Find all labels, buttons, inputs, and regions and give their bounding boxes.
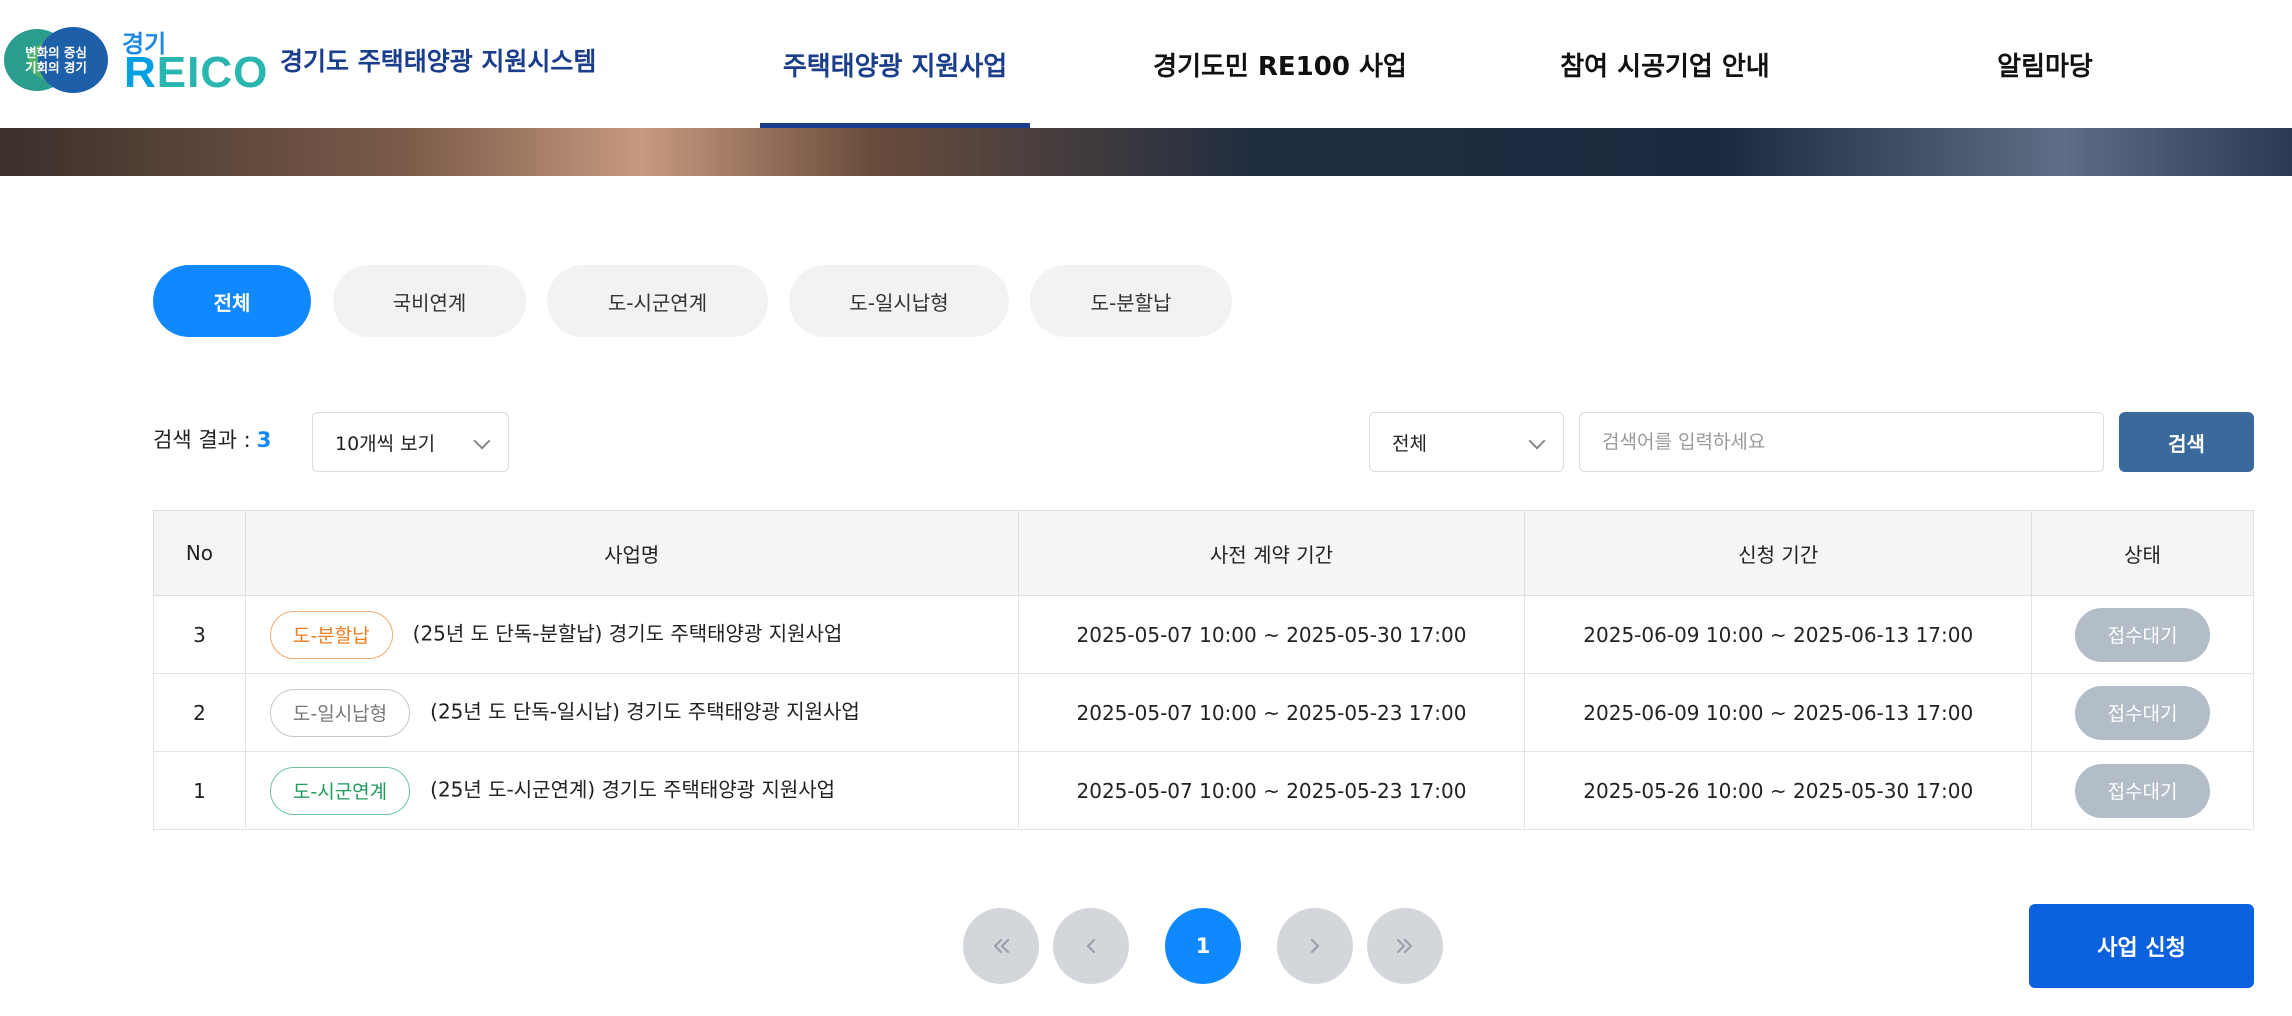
apply-business-button[interactable]: 사업 신청	[2029, 904, 2254, 988]
table-row[interactable]: 3 도-분할납 (25년 도 단독-분할납) 경기도 주택태양광 지원사업 202…	[153, 595, 2254, 674]
row-no: 1	[153, 751, 246, 830]
last-page-button[interactable]	[1367, 908, 1443, 984]
gyeonggi-slogan-logo: 변화의 중심 기회의 경기	[4, 27, 108, 93]
row-contract-period: 2025-05-07 10:00 ~ 2025-05-23 17:00	[1017, 751, 1526, 830]
double-chevron-right-icon	[1396, 938, 1413, 954]
row-status-cell: 접수대기	[2031, 595, 2254, 674]
search-input[interactable]	[1579, 412, 2104, 472]
filter-pill-province-city[interactable]: 도-시군연계	[547, 265, 768, 337]
row-status-cell: 접수대기	[2031, 751, 2254, 830]
category-tag: 도-일시납형	[269, 688, 411, 737]
table-row[interactable]: 2 도-일시납형 (25년 도 단독-일시납) 경기도 주택태양광 지원사업 20…	[153, 673, 2254, 752]
search-button[interactable]: 검색	[2119, 412, 2254, 472]
result-count-number: 3	[256, 428, 272, 452]
row-title[interactable]: 도-일시납형 (25년 도 단독-일시납) 경기도 주택태양광 지원사업	[244, 673, 1019, 752]
business-name[interactable]: (25년 도 단독-분할납) 경기도 주택태양광 지원사업	[413, 621, 843, 645]
result-count: 검색 결과 :3	[153, 424, 271, 454]
row-apply-period: 2025-06-09 10:00 ~ 2025-06-13 17:00	[1524, 595, 2033, 674]
category-tag: 도-시군연계	[269, 766, 411, 815]
row-contract-period: 2025-05-07 10:00 ~ 2025-05-30 17:00	[1017, 595, 1526, 674]
result-count-label: 검색 결과 :	[153, 428, 251, 452]
table-header-row: No 사업명 사전 계약 기간 신청 기간 상태	[153, 510, 2254, 596]
row-contract-period: 2025-05-07 10:00 ~ 2025-05-23 17:00	[1017, 673, 1526, 752]
brand-main: REICO	[124, 48, 269, 97]
nav-item-solar-support[interactable]: 주택태양광 지원사업	[760, 0, 1030, 128]
filter-pill-installment[interactable]: 도-분할납	[1030, 265, 1232, 337]
table-row[interactable]: 1 도-시군연계 (25년 도-시군연계) 경기도 주택태양광 지원사업 2025…	[153, 751, 2254, 830]
nav-item-contractors[interactable]: 참여 시공기업 안내	[1540, 0, 1790, 128]
status-badge: 접수대기	[2075, 685, 2211, 740]
site-title: 경기도 주택태양광 지원시스템	[280, 47, 597, 76]
filter-pill-national[interactable]: 국비연계	[333, 265, 526, 337]
hero-banner-image	[0, 128, 2292, 176]
filter-pill-lump-sum[interactable]: 도-일시납형	[789, 265, 1009, 337]
chevron-right-icon	[1310, 938, 1320, 954]
filter-pill-all[interactable]: 전체	[153, 265, 311, 337]
row-title[interactable]: 도-분할납 (25년 도 단독-분할납) 경기도 주택태양광 지원사업	[244, 595, 1019, 674]
double-chevron-left-icon	[993, 938, 1010, 954]
page-size-value: 10개씩 보기	[335, 432, 436, 455]
row-apply-period: 2025-06-09 10:00 ~ 2025-06-13 17:00	[1524, 673, 2033, 752]
chevron-left-icon	[1086, 938, 1096, 954]
row-status-cell: 접수대기	[2031, 673, 2254, 752]
category-tag: 도-분할납	[269, 610, 393, 659]
row-no: 2	[153, 673, 246, 752]
nav-item-notices[interactable]: 알림마당	[1940, 0, 2150, 128]
column-header-name: 사업명	[244, 510, 1019, 596]
column-header-contract-period: 사전 계약 기간	[1017, 510, 1526, 596]
business-name[interactable]: (25년 도-시군연계) 경기도 주택태양광 지원사업	[430, 777, 835, 801]
status-badge: 접수대기	[2075, 607, 2211, 662]
nav-item-re100[interactable]: 경기도민 RE100 사업	[1140, 0, 1420, 128]
column-header-no: No	[153, 510, 246, 596]
business-table: No 사업명 사전 계약 기간 신청 기간 상태 3 도-분할납 (25년 도 단…	[153, 510, 2254, 830]
page-number-button[interactable]: 1	[1165, 908, 1241, 984]
row-title[interactable]: 도-시군연계 (25년 도-시군연계) 경기도 주택태양광 지원사업	[244, 751, 1019, 830]
row-apply-period: 2025-05-26 10:00 ~ 2025-05-30 17:00	[1524, 751, 2033, 830]
page-size-select[interactable]: 10개씩 보기	[312, 412, 509, 472]
reico-logo: 경기 REICO	[122, 24, 272, 97]
next-page-button[interactable]	[1277, 908, 1353, 984]
prev-page-button[interactable]	[1053, 908, 1129, 984]
search-field-select[interactable]: 전체	[1369, 412, 1564, 472]
chevron-down-icon	[473, 432, 491, 450]
column-header-apply-period: 신청 기간	[1524, 510, 2033, 596]
row-no: 3	[153, 595, 246, 674]
search-field-value: 전체	[1392, 432, 1427, 455]
logo-badge-line2: 기회의 경기	[25, 60, 87, 75]
site-header: 변화의 중심 기회의 경기 경기 REICO 경기도 주택태양광 지원시스템 주…	[0, 0, 2292, 128]
logo-badge-line1: 변화의 중심	[25, 45, 87, 60]
status-badge: 접수대기	[2075, 763, 2211, 818]
column-header-status: 상태	[2031, 510, 2254, 596]
business-name[interactable]: (25년 도 단독-일시납) 경기도 주택태양광 지원사업	[430, 699, 860, 723]
site-logo[interactable]: 변화의 중심 기회의 경기 경기 REICO 경기도 주택태양광 지원시스템	[4, 24, 597, 97]
first-page-button[interactable]	[963, 908, 1039, 984]
chevron-down-icon	[1528, 432, 1546, 450]
